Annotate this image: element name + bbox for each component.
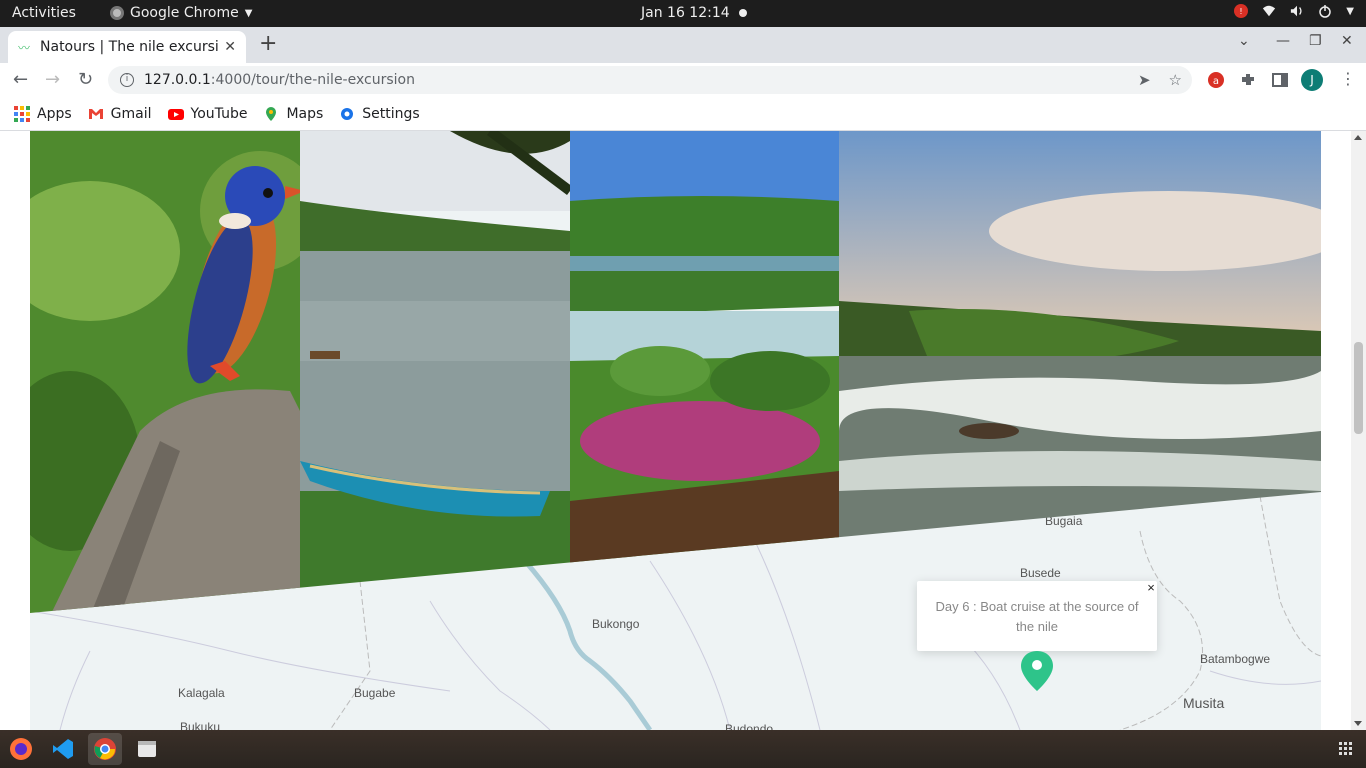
popup-close-button[interactable]: × — [1145, 581, 1157, 595]
tab-natours[interactable]: 〰 Natours | The nile excursion ✕ — [8, 31, 246, 63]
volume-icon — [1291, 5, 1302, 17]
natours-logo-icon: 〰 — [18, 40, 31, 55]
url-path: :4000/tour/the-nile-excursion — [210, 72, 415, 88]
close-tab-icon[interactable]: ✕ — [224, 39, 236, 55]
map-label: Budondo — [725, 722, 774, 730]
map-label: Kalagala — [178, 686, 225, 700]
app-menu[interactable]: Google Chrome ▼ — [110, 5, 252, 21]
bookmark-label: Gmail — [110, 105, 152, 122]
activities-button[interactable]: Activities — [12, 5, 76, 21]
notification-dot-icon — [739, 9, 747, 17]
close-window-icon[interactable]: ✕ — [1341, 33, 1353, 49]
scroll-thumb[interactable] — [1354, 342, 1363, 434]
gear-icon — [341, 107, 354, 120]
apps-grid-icon — [14, 105, 30, 122]
bookmark-label: Settings — [362, 105, 420, 122]
send-icon[interactable]: ➤ — [1138, 71, 1151, 89]
bookmark-youtube[interactable]: YouTube — [167, 105, 248, 122]
maps-pin-icon — [266, 106, 277, 121]
bookmark-settings[interactable]: Settings — [339, 105, 420, 122]
power-icon — [1319, 5, 1332, 18]
chrome-icon[interactable] — [93, 737, 117, 761]
extensions-puzzle-icon[interactable] — [1239, 71, 1257, 89]
update-icon: ! — [1234, 4, 1249, 18]
scroll-down-icon[interactable] — [1354, 721, 1362, 726]
files-icon[interactable] — [135, 737, 159, 761]
back-icon[interactable]: ← — [13, 69, 28, 90]
gmail-icon — [88, 108, 103, 119]
vscode-icon[interactable] — [51, 737, 75, 761]
bookmark-label: Maps — [286, 105, 324, 122]
tour-picture-1 — [30, 131, 300, 613]
chrome-icon — [110, 6, 124, 20]
bookmark-label: Apps — [37, 105, 72, 122]
new-tab-button[interactable]: + — [259, 31, 277, 56]
ubuntu-dock — [0, 730, 1366, 768]
tour-picture-2 — [300, 131, 570, 613]
chevron-down-icon: ▼ — [244, 7, 253, 19]
url-host: 127.0.0.1 — [144, 72, 211, 88]
svg-text:a: a — [1213, 76, 1219, 87]
tab-strip: 〰 Natours | The nile excursion ✕ + ⌄ — ❐… — [0, 27, 1366, 63]
chevron-down-icon: ▼ — [1346, 5, 1354, 17]
bookmark-star-icon[interactable]: ☆ — [1169, 71, 1182, 89]
tab-title: Natours | The nile excursion — [40, 39, 219, 55]
bookmark-gmail[interactable]: Gmail — [88, 106, 152, 122]
bookmark-maps[interactable]: Maps — [263, 106, 323, 122]
show-apps-icon[interactable] — [1339, 742, 1352, 755]
bookmark-label: YouTube — [190, 105, 248, 122]
wifi-icon — [1263, 5, 1276, 17]
youtube-icon — [167, 108, 184, 120]
map-label: Bukuku — [180, 720, 221, 730]
bookmark-apps[interactable]: Apps — [14, 105, 72, 122]
page-viewport: Bugaia Busede Bukongo Batambogwe Kalagal… — [0, 131, 1366, 730]
map-pin-icon[interactable] — [1019, 649, 1055, 693]
extension-red-icon[interactable]: a — [1207, 71, 1225, 89]
system-top-bar: Activities Google Chrome ▼ Jan 16 12:14 … — [0, 0, 1366, 27]
page-scrollbar[interactable] — [1351, 131, 1366, 730]
clock[interactable]: Jan 16 12:14 — [641, 5, 730, 21]
popup-text: Day 6 : Boat cruise at the source of the… — [935, 599, 1139, 634]
map-label: Bugabe — [354, 686, 396, 700]
map-label: Bukongo — [592, 617, 640, 631]
minimize-icon[interactable]: — — [1276, 33, 1290, 49]
map-popup: × Day 6 : Boat cruise at the source of t… — [917, 581, 1157, 651]
reload-icon[interactable]: ↻ — [78, 69, 93, 90]
forward-icon[interactable]: → — [45, 69, 60, 90]
system-tray[interactable]: ! ▼ — [1234, 4, 1354, 18]
map-label: Musita — [1183, 695, 1225, 711]
browser-toolbar: ← → ↻ i 127.0.0.1:4000/tour/the-nile-exc… — [0, 63, 1366, 97]
restore-icon[interactable]: ❐ — [1309, 33, 1322, 49]
scroll-up-icon[interactable] — [1354, 135, 1362, 140]
map-label: Busede — [1020, 566, 1061, 580]
tab-search-icon[interactable]: ⌄ — [1238, 33, 1250, 49]
profile-avatar[interactable]: J — [1301, 69, 1323, 91]
svg-text:!: ! — [1240, 7, 1243, 16]
address-bar[interactable]: i 127.0.0.1:4000/tour/the-nile-excursion… — [108, 66, 1192, 94]
app-name: Google Chrome — [130, 5, 239, 21]
side-panel-icon[interactable] — [1271, 71, 1289, 89]
site-info-icon[interactable]: i — [120, 73, 134, 87]
bookmarks-bar: Apps Gmail YouTube Maps Settings — [0, 97, 1366, 131]
chrome-menu-icon[interactable]: ⋮ — [1340, 69, 1356, 88]
firefox-icon[interactable] — [9, 737, 33, 761]
map-label: Batambogwe — [1200, 652, 1271, 666]
